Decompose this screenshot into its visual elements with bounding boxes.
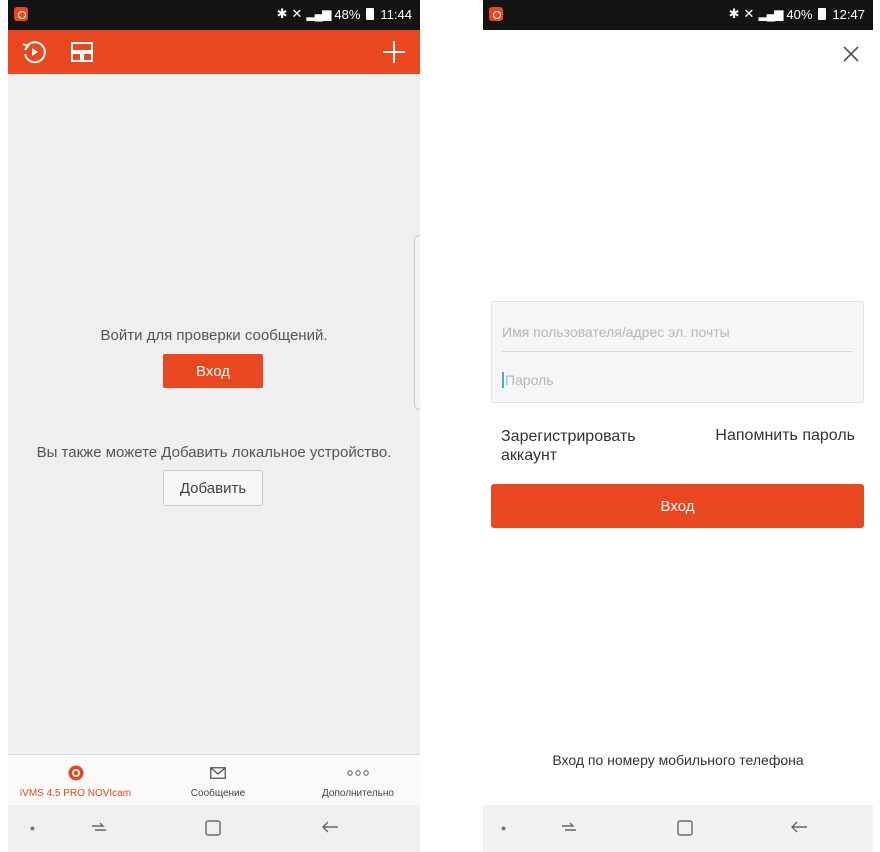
more-dots-icon [347,765,369,781]
system-nav-bar [8,805,420,852]
app-toolbar [8,30,420,74]
layout-split-icon[interactable] [68,38,96,66]
forgot-password-link[interactable]: Напомнить пароль [715,427,855,445]
home-icon[interactable] [204,819,222,837]
system-nav-bar [483,805,873,852]
battery-percent: 48% [334,6,361,22]
tab-label: Сообщение [190,788,246,799]
bluetooth-icon: ✱ [728,6,740,21]
battery-icon [366,8,375,20]
bottom-tab-bar: iVMS 4.5 PRO NOVIcam Сообщение Дополните… [8,754,420,805]
battery-icon [818,8,827,20]
battery-percent: 40% [786,6,813,22]
recent-apps-icon[interactable] [560,819,578,835]
login-button[interactable]: Вход [491,484,864,528]
status-bar: ✱ ✕ ▂▄▆ 40% 12:47 [483,0,873,30]
add-device-button[interactable]: Добавить [163,470,263,506]
close-icon[interactable] [841,44,861,64]
register-account-link[interactable]: Зарегистрировать аккаунт [501,427,661,465]
left-phone-screen: ✱ ✕ ▂▄▆ 48% 11:44 Войти для проверки соо… [8,0,420,852]
password-placeholder: Пароль [505,372,554,388]
nav-dot-icon [30,826,35,831]
edge-panel-handle[interactable] [414,235,420,410]
password-field[interactable]: Пароль [502,360,853,400]
status-bar: ✱ ✕ ▂▄▆ 48% 11:44 [8,0,420,30]
mute-icon: ✕ [291,6,303,21]
add-local-device-prompt: Вы также можете Добавить локальное устро… [36,444,392,461]
signal-icon: ▂▄▆ [758,7,783,21]
plus-icon[interactable] [380,38,408,66]
app-notification-icon [489,7,503,21]
clock: 11:44 [380,6,412,22]
tab-more[interactable]: Дополнительно [298,755,418,806]
nav-dot-icon [501,826,506,831]
tab-label: Дополнительно [322,788,394,799]
login-form: Имя пользователя/адрес эл. почты Пароль [491,301,864,403]
envelope-icon [210,765,226,781]
username-field[interactable]: Имя пользователя/адрес эл. почты [502,312,853,352]
username-placeholder: Имя пользователя/адрес эл. почты [502,323,730,340]
back-icon[interactable] [320,819,340,835]
login-prompt: Войти для проверки сообщений. [100,327,328,344]
back-icon[interactable] [789,819,809,835]
phone-login-link[interactable]: Вход по номеру мобильного телефона [483,752,873,768]
live-view-icon [68,765,84,781]
tab-label: iVMS 4.5 PRO NOVIcam [19,788,132,799]
tab-live-view[interactable]: iVMS 4.5 PRO NOVIcam [8,755,143,806]
recent-apps-icon[interactable] [90,819,108,835]
home-icon[interactable] [676,819,694,837]
signal-icon: ▂▄▆ [306,7,331,21]
app-notification-icon [14,7,28,21]
tab-messages[interactable]: Сообщение [153,755,283,806]
login-button[interactable]: Вход [163,354,263,388]
right-phone-screen: ✱ ✕ ▂▄▆ 40% 12:47 Имя пользователя/адрес… [483,0,873,852]
clock: 12:47 [832,6,865,22]
mute-icon: ✕ [743,6,755,21]
text-caret [502,372,504,388]
playback-icon[interactable] [20,38,48,66]
bluetooth-icon: ✱ [276,6,288,21]
